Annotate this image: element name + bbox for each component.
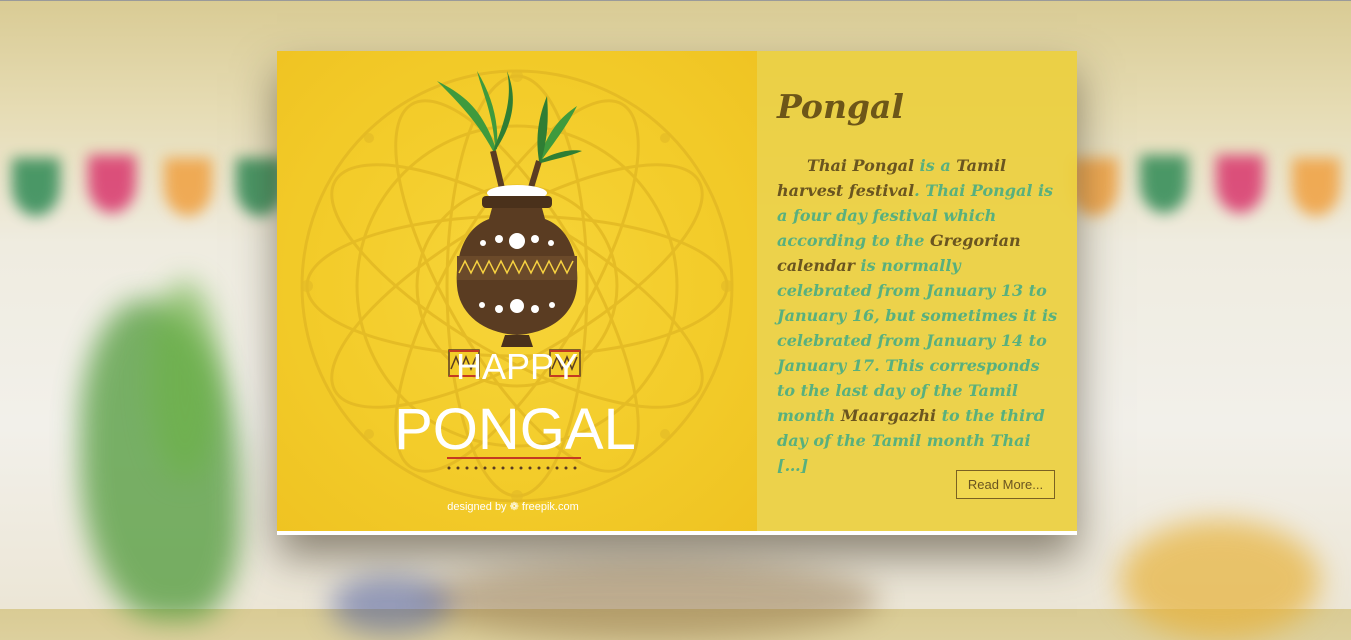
excerpt-text: . (914, 181, 926, 200)
link-thai-pongal[interactable]: Thai Pongal (807, 156, 914, 175)
dot-border (447, 466, 577, 470)
greeting-pongal: PONGAL (394, 397, 636, 462)
excerpt-text: is normally celebrated from January 13 t… (777, 256, 1058, 425)
freepik-credit: designed by ❁ freepik.com (447, 501, 579, 513)
mandala-pot-illustration: HAPPY PONGAL designed by ❁ freepik.com (300, 69, 734, 513)
link-maargazhi[interactable]: Maargazhi (841, 406, 936, 425)
read-more-button[interactable]: Read More... (956, 470, 1055, 499)
pongal-post-card: HAPPY PONGAL designed by ❁ freepik.com P… (277, 51, 1077, 535)
post-title[interactable]: Pongal (777, 87, 904, 126)
post-excerpt: Thai Pongal is a Tamil harvest festival.… (777, 153, 1059, 478)
window-top-border (0, 0, 1351, 1)
pongal-artwork: HAPPY PONGAL designed by ❁ freepik.com (277, 51, 757, 531)
post-excerpt-panel: Pongal Thai Pongal is a Tamil harvest fe… (757, 51, 1077, 531)
excerpt-text: is a (914, 156, 957, 175)
greeting-happy: HAPPY (456, 346, 578, 387)
pongal-pot-icon (456, 185, 578, 347)
